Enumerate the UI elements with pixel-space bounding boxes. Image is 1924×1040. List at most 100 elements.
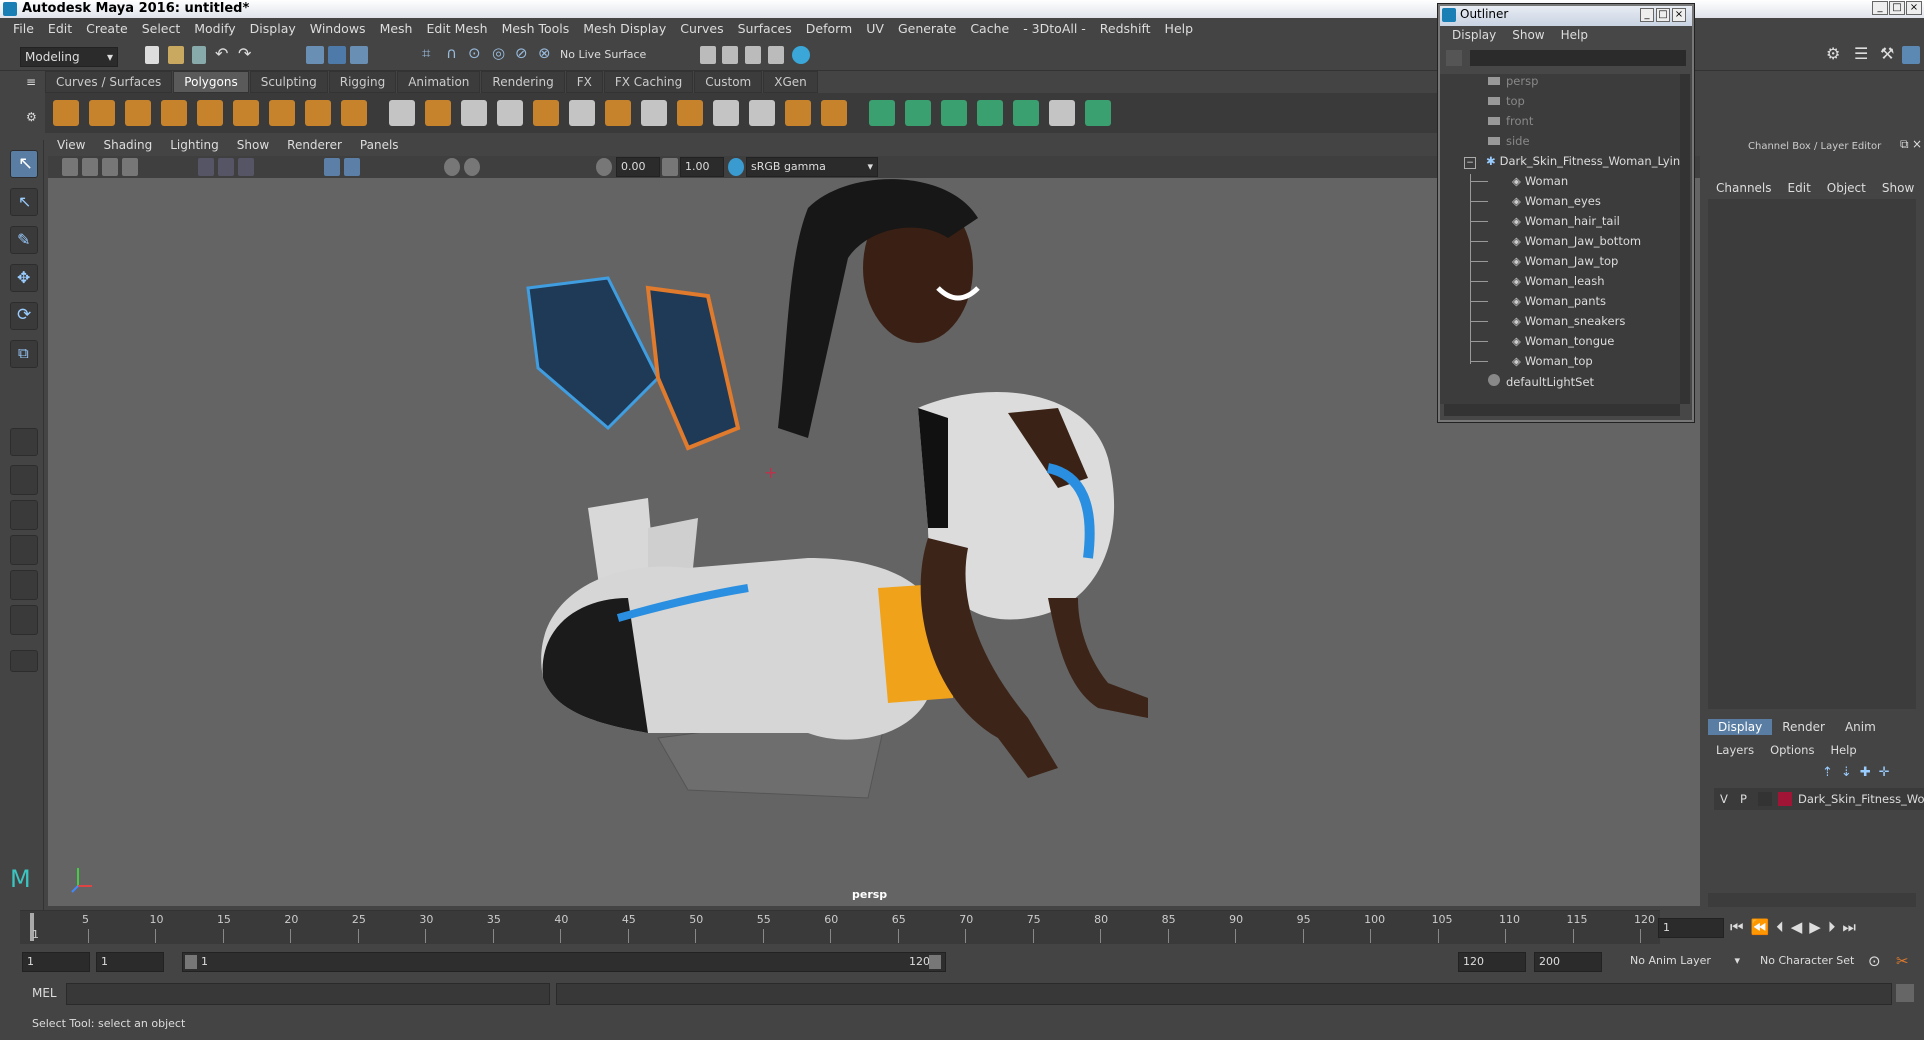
panel-menu-shading[interactable]: Shading [94, 138, 161, 156]
layer-type-toggle[interactable] [1758, 792, 1772, 806]
layer-name[interactable]: Dark_Skin_Fitness_Wo [1798, 792, 1924, 806]
menu-cache[interactable]: Cache [963, 21, 1016, 36]
colorspace-select[interactable]: sRGB gamma ▾ [746, 157, 878, 177]
menu-mesh[interactable]: Mesh [373, 21, 420, 36]
outliner-item-woman-sneakers[interactable]: ◈ Woman_sneakers [1470, 314, 1625, 334]
shelf-tab-animation[interactable]: Animation [397, 71, 481, 93]
panel-menu-view[interactable]: View [48, 138, 94, 156]
character-set-select[interactable]: No Character Set [1756, 952, 1866, 972]
layer-menu-options[interactable]: Options [1762, 743, 1822, 757]
menu-mesh-display[interactable]: Mesh Display [576, 21, 673, 36]
outliner-item-woman-jaw-top[interactable]: ◈ Woman_Jaw_top [1470, 254, 1618, 274]
combine-icon[interactable] [341, 100, 367, 126]
move-layer-up-icon[interactable]: ⇡ [1822, 765, 1841, 780]
smooth-shade-icon[interactable] [344, 158, 360, 176]
live-surface-field[interactable]: No Live Surface [556, 46, 656, 66]
step-forward-frame-icon[interactable]: ⏵ [1828, 918, 1843, 936]
outliner-item-woman-eyes[interactable]: ◈ Woman_eyes [1470, 194, 1601, 214]
hypershade-icon[interactable] [792, 46, 810, 64]
outliner-item-woman-tongue[interactable]: ◈ Woman_tongue [1470, 334, 1614, 354]
outliner-item-default-light-set[interactable]: defaultLightSet [1488, 374, 1594, 394]
wireframe-icon[interactable] [324, 158, 340, 176]
outliner-close-button[interactable]: × [1672, 8, 1686, 22]
resolution-gate-icon[interactable] [238, 158, 254, 176]
poly-sphere-icon[interactable] [53, 100, 79, 126]
collapse-icon[interactable]: − [1464, 157, 1476, 169]
step-back-key-icon[interactable]: ⏪ [1751, 918, 1777, 936]
auto-key-icon[interactable]: ⊙ [1868, 952, 1881, 970]
menu-select[interactable]: Select [135, 21, 188, 36]
poly-plane-icon[interactable] [197, 100, 223, 126]
play-back-icon[interactable]: ◀ [1791, 918, 1810, 936]
shelf-settings-icon[interactable]: ⚙ [26, 110, 37, 124]
range-slider[interactable]: 1 120 [182, 952, 946, 972]
outliner-filter-icon[interactable] [1446, 50, 1462, 66]
bevel-icon[interactable] [677, 100, 703, 126]
channel-box-menu-show[interactable]: Show [1874, 181, 1922, 195]
layer-menu-layers[interactable]: Layers [1708, 743, 1762, 757]
attribute-editor-icon[interactable]: ☰ [1854, 44, 1868, 63]
outliner-item-woman[interactable]: ◈ Woman [1470, 174, 1568, 194]
animation-preferences-icon[interactable]: ✂ [1896, 952, 1909, 970]
outliner-item-side[interactable]: side [1488, 134, 1530, 154]
menu-edit-mesh[interactable]: Edit Mesh [419, 21, 494, 36]
append-icon[interactable] [821, 100, 847, 126]
extract-icon[interactable] [425, 100, 451, 126]
layer-scrollbar[interactable] [1708, 893, 1916, 907]
rotate-tool-icon[interactable]: ⟳ [10, 302, 38, 330]
playback-start-field[interactable]: 1 [96, 952, 164, 972]
layer-playback-toggle[interactable]: P [1740, 792, 1747, 806]
channel-box-float-icon[interactable]: ⧉ [1900, 137, 1909, 152]
menu-file[interactable]: File [6, 21, 41, 36]
auto-uv-icon[interactable] [977, 100, 1003, 126]
smooth-icon[interactable] [461, 100, 487, 126]
outliner-item-woman-top[interactable]: ◈ Woman_top [1470, 354, 1593, 374]
step-back-frame-icon[interactable]: ⏴ [1776, 918, 1791, 936]
shelf-tab-xgen[interactable]: XGen [763, 71, 818, 93]
outliner-item-front[interactable]: front [1488, 114, 1533, 134]
layout-more-icon[interactable] [10, 650, 38, 672]
outliner-item-group[interactable]: − ✱ Dark_Skin_Fitness_Woman_Lying [1464, 154, 1687, 174]
new-empty-layer-icon[interactable]: ✚ [1860, 765, 1879, 780]
symmetry-icon[interactable] [1085, 100, 1111, 126]
film-gate-icon[interactable] [218, 158, 234, 176]
range-slider-end-handle[interactable] [929, 955, 941, 969]
poly-pipe-icon[interactable] [305, 100, 331, 126]
unfold-uv-icon[interactable] [1013, 100, 1039, 126]
grid-toggle-icon[interactable] [198, 158, 214, 176]
gamma-icon[interactable] [662, 158, 678, 176]
play-forward-icon[interactable]: ▶ [1809, 918, 1828, 936]
go-to-start-icon[interactable]: ⏮ [1730, 918, 1751, 936]
open-scene-icon[interactable] [168, 46, 184, 64]
outliner-item-woman-hair-tail[interactable]: ◈ Woman_hair_tail [1470, 214, 1620, 234]
panel-menu-show[interactable]: Show [228, 138, 278, 156]
poly-cone-icon[interactable] [161, 100, 187, 126]
exposure-icon[interactable] [596, 158, 612, 176]
move-layer-down-icon[interactable]: ⇣ [1841, 765, 1860, 780]
menu-deform[interactable]: Deform [799, 21, 859, 36]
menu-surfaces[interactable]: Surfaces [731, 21, 799, 36]
channel-box-menu-edit[interactable]: Edit [1780, 181, 1819, 195]
snap-live-icon[interactable]: ⊗ [538, 44, 551, 62]
render-view-icon[interactable] [700, 46, 716, 64]
lights-icon[interactable] [444, 158, 460, 176]
render-frame-icon[interactable] [722, 46, 738, 64]
start-time-field[interactable]: 1 [22, 952, 90, 972]
shelf-tab-custom[interactable]: Custom [694, 71, 763, 93]
planar-uv-icon[interactable] [869, 100, 895, 126]
minimize-button[interactable]: _ [1872, 1, 1888, 15]
menu-uv[interactable]: UV [859, 21, 891, 36]
gamma-field[interactable]: 1.00 [680, 157, 724, 177]
shelf-tab-sculpting[interactable]: Sculpting [249, 71, 328, 93]
outliner-item-woman-jaw-bottom[interactable]: ◈ Woman_Jaw_bottom [1470, 234, 1641, 254]
fill-hole-icon[interactable] [785, 100, 811, 126]
bookmark-icon[interactable] [102, 158, 118, 176]
anim-layer-select[interactable]: No Anim Layer ▾ [1626, 952, 1744, 972]
layer-tab-anim[interactable]: Anim [1835, 719, 1886, 735]
outliner-maximize-button[interactable]: □ [1656, 8, 1670, 22]
channel-box-toggle-icon[interactable] [1902, 46, 1920, 64]
current-frame-field[interactable]: 1 [1658, 918, 1724, 938]
menu-redshift[interactable]: Redshift [1093, 21, 1158, 36]
select-hierarchy-icon[interactable] [306, 46, 324, 64]
separate-icon[interactable] [389, 100, 415, 126]
